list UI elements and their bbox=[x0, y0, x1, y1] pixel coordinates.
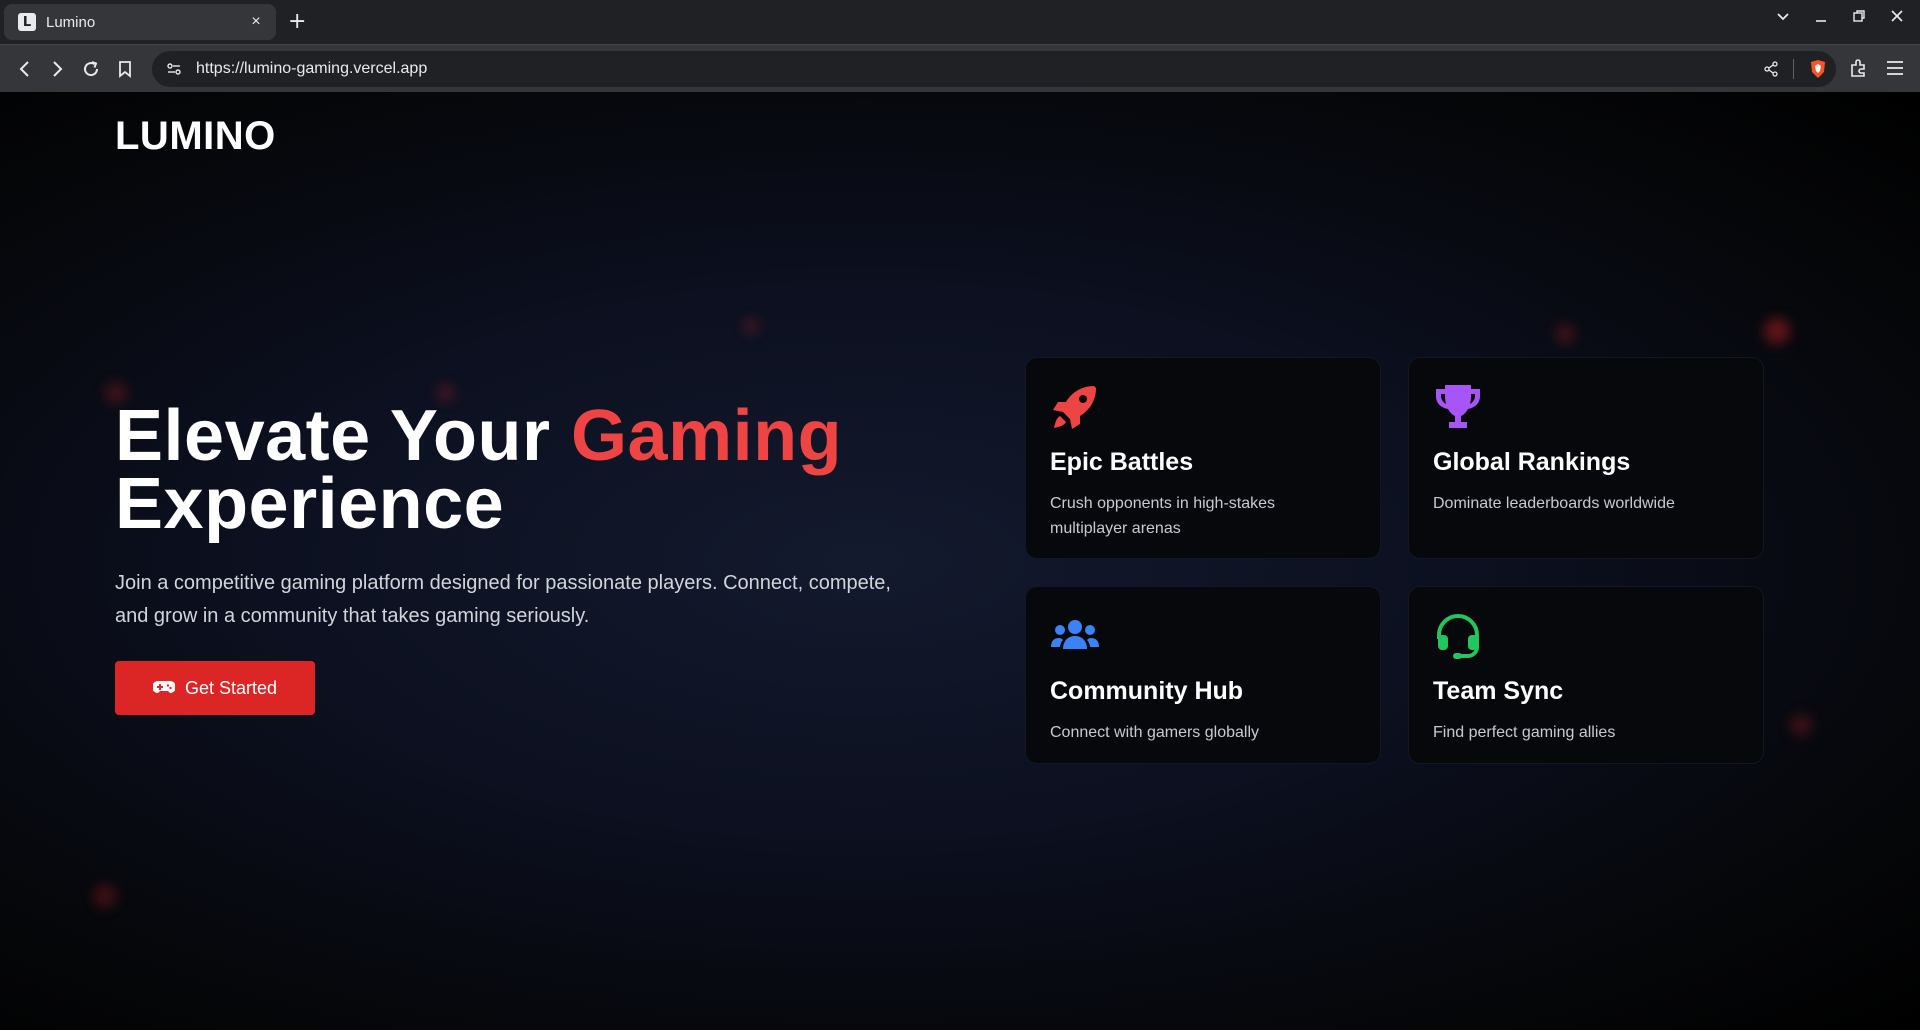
feature-title: Global Rankings bbox=[1433, 448, 1631, 476]
background-glow bbox=[1764, 318, 1790, 344]
feature-description: Crush opponents in high-stakes multiplay… bbox=[1050, 495, 1276, 537]
feature-card-global-rankings[interactable]: Global Rankings Dominate leaderboards wo… bbox=[1408, 357, 1764, 559]
feature-title: Community Hub bbox=[1050, 677, 1244, 705]
users-icon bbox=[1050, 611, 1100, 661]
tab-list-chevron-icon[interactable] bbox=[1774, 8, 1792, 27]
bookmark-icon[interactable] bbox=[113, 57, 137, 81]
url-text[interactable]: https://lumino-gaming.vercel.app bbox=[196, 60, 1755, 78]
menu-icon[interactable] bbox=[1884, 57, 1906, 84]
address-bar[interactable]: https://lumino-gaming.vercel.app bbox=[152, 51, 1836, 87]
share-icon[interactable] bbox=[1755, 61, 1787, 77]
feature-title: Epic Battles bbox=[1050, 448, 1194, 476]
window-controls bbox=[1774, 8, 1906, 27]
browser-tab[interactable]: L Lumino × bbox=[4, 4, 276, 40]
feature-card-team-sync[interactable]: Team Sync Find perfect gaming allies bbox=[1408, 586, 1764, 764]
feature-description: Connect with gamers globally bbox=[1050, 724, 1259, 741]
rocket-icon bbox=[1050, 382, 1100, 432]
headset-icon bbox=[1433, 611, 1483, 661]
extensions-icon[interactable] bbox=[1848, 57, 1870, 84]
hero-description: Join a competitive gaming platform desig… bbox=[115, 572, 891, 627]
brave-shield-icon[interactable] bbox=[1800, 59, 1836, 79]
trophy-icon bbox=[1433, 382, 1483, 432]
site-logo[interactable]: LUMINO bbox=[115, 114, 276, 159]
reload-icon[interactable] bbox=[79, 57, 103, 81]
feature-description: Find perfect gaming allies bbox=[1433, 724, 1616, 741]
restore-icon[interactable] bbox=[1850, 8, 1868, 27]
minimize-icon[interactable] bbox=[1812, 8, 1830, 27]
address-bar-divider bbox=[1793, 59, 1794, 79]
feature-card-epic-battles[interactable]: Epic Battles Crush opponents in high-sta… bbox=[1025, 357, 1381, 559]
close-window-icon[interactable] bbox=[1888, 8, 1906, 27]
gamepad-icon bbox=[151, 678, 176, 699]
tab-close-icon[interactable]: × bbox=[246, 13, 266, 31]
background-glow bbox=[93, 884, 117, 908]
feature-title: Team Sync bbox=[1433, 677, 1564, 705]
hero-title: Elevate Your Gaming Experience bbox=[115, 400, 975, 540]
get-started-button[interactable]: Get Started bbox=[115, 661, 315, 715]
background-glow bbox=[1555, 324, 1575, 344]
feature-card-community-hub[interactable]: Community Hub Connect with gamers global… bbox=[1025, 586, 1381, 764]
browser-tabbar: L Lumino × + bbox=[0, 0, 1920, 44]
forward-icon[interactable] bbox=[45, 57, 69, 81]
background-glow bbox=[1790, 714, 1812, 736]
feature-description: Dominate leaderboards worldwide bbox=[1433, 495, 1675, 512]
tab-favicon-icon: L bbox=[18, 13, 36, 31]
background-glow bbox=[743, 318, 759, 334]
site-settings-icon[interactable] bbox=[152, 61, 196, 77]
browser-toolbar: https://lumino-gaming.vercel.app bbox=[0, 44, 1920, 92]
back-icon[interactable] bbox=[13, 57, 37, 81]
page-viewport: LUMINO Elevate Your Gaming Experience Jo… bbox=[0, 92, 1920, 1030]
get-started-label: Get Started bbox=[184, 677, 278, 698]
hero-title-accent: Gaming bbox=[571, 396, 843, 476]
tab-title: Lumino bbox=[46, 13, 96, 31]
new-tab-button[interactable]: + bbox=[288, 8, 306, 36]
hero-title-part2: Experience bbox=[115, 464, 505, 544]
